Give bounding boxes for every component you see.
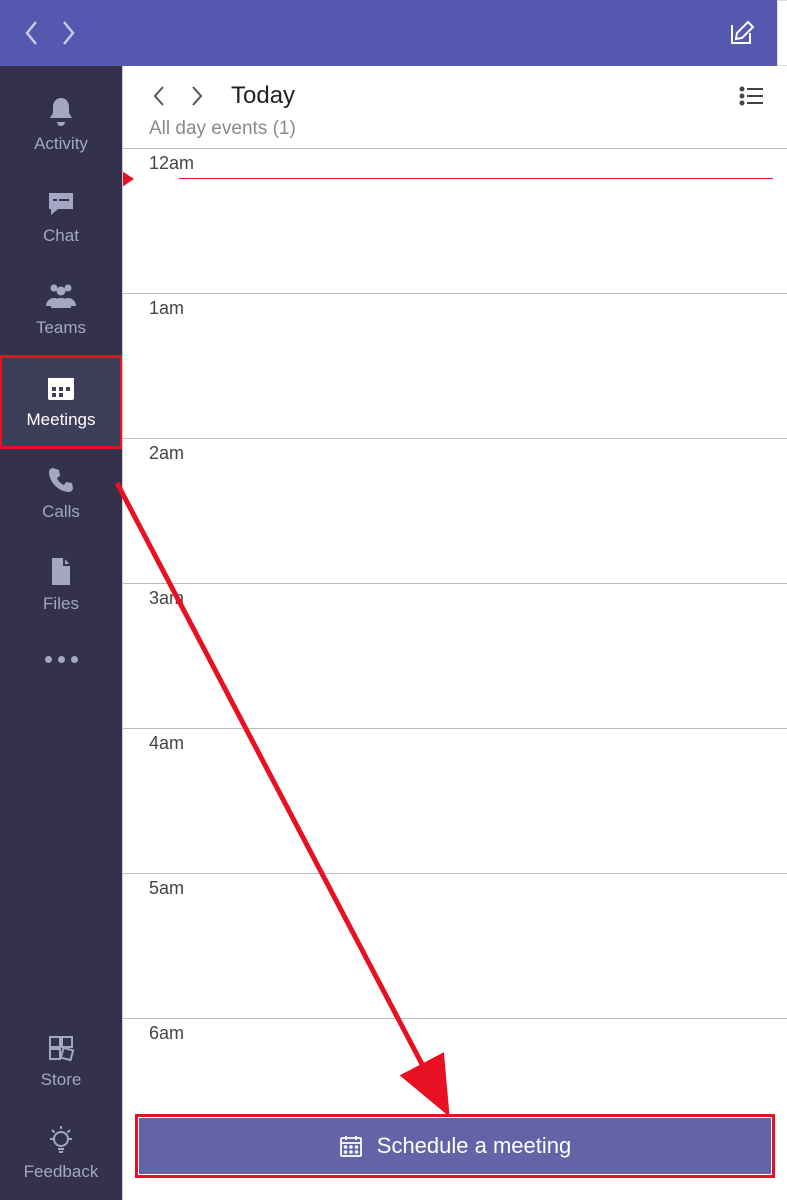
rail-item-chat[interactable]: Chat — [0, 172, 122, 264]
rail-item-teams[interactable]: Teams — [0, 264, 122, 356]
hour-slot[interactable]: 1am — [123, 293, 787, 438]
hour-label: 6am — [123, 1019, 179, 1106]
hour-slot[interactable]: 6am — [123, 1018, 787, 1106]
calendar-title: Today — [231, 82, 295, 110]
calendar-pane: Today All day events (1) 12am 1am 2am — [122, 66, 787, 1200]
hour-slot[interactable]: 12am — [123, 148, 787, 293]
rail-label: Files — [43, 594, 79, 614]
schedule-button-label: Schedule a meeting — [377, 1133, 571, 1159]
hour-area[interactable] — [179, 1019, 787, 1106]
dot-icon — [45, 656, 52, 663]
titlebar — [0, 0, 787, 66]
forward-button[interactable] — [50, 15, 86, 51]
store-icon — [47, 1030, 75, 1066]
hour-label: 1am — [123, 294, 179, 438]
window-edge — [777, 0, 787, 66]
compose-button[interactable] — [725, 16, 759, 50]
rail-label: Meetings — [27, 410, 96, 430]
rail-label: Store — [41, 1070, 82, 1090]
rail-label: Calls — [42, 502, 80, 522]
hour-slot[interactable]: 3am — [123, 583, 787, 728]
teams-icon — [44, 278, 78, 314]
hour-area[interactable] — [179, 149, 787, 293]
app-rail: Activity Chat Teams Meetings Calls — [0, 66, 122, 1200]
now-triangle-icon — [123, 171, 134, 187]
chevron-right-icon — [190, 85, 204, 107]
next-day-button[interactable] — [183, 82, 211, 110]
hour-area[interactable] — [179, 294, 787, 438]
hour-slot[interactable]: 2am — [123, 438, 787, 583]
hour-area[interactable] — [179, 439, 787, 583]
list-icon — [739, 86, 763, 106]
current-time-indicator — [123, 178, 773, 179]
hour-area[interactable] — [179, 874, 787, 1018]
hour-area[interactable] — [179, 584, 787, 728]
dot-icon — [71, 656, 78, 663]
chevron-left-icon — [24, 20, 40, 46]
rail-item-meetings[interactable]: Meetings — [0, 356, 122, 448]
rail-item-feedback[interactable]: Feedback — [0, 1108, 122, 1200]
hour-label: 4am — [123, 729, 179, 873]
rail-item-calls[interactable]: Calls — [0, 448, 122, 540]
lightbulb-icon — [47, 1122, 75, 1158]
hour-label: 5am — [123, 874, 179, 1018]
prev-day-button[interactable] — [145, 82, 173, 110]
rail-label: Feedback — [24, 1162, 99, 1182]
list-view-button[interactable] — [737, 82, 765, 110]
rail-more-button[interactable] — [0, 632, 122, 687]
phone-icon — [47, 462, 75, 498]
dot-icon — [58, 656, 65, 663]
now-line — [179, 178, 773, 179]
hour-area[interactable] — [179, 729, 787, 873]
bell-icon — [46, 94, 76, 130]
hour-label: 2am — [123, 439, 179, 583]
chevron-right-icon — [60, 20, 76, 46]
rail-label: Activity — [34, 134, 88, 154]
rail-item-activity[interactable]: Activity — [0, 80, 122, 172]
calendar-header-row: Today — [145, 82, 765, 110]
calendar-plus-icon — [339, 1134, 363, 1158]
calendar-header: Today All day events (1) — [123, 66, 787, 148]
compose-icon — [728, 19, 756, 47]
hour-label: 3am — [123, 584, 179, 728]
hour-slot[interactable]: 4am — [123, 728, 787, 873]
hour-slot[interactable]: 5am — [123, 873, 787, 1018]
app-body: Activity Chat Teams Meetings Calls — [0, 66, 787, 1200]
rail-item-files[interactable]: Files — [0, 540, 122, 632]
file-icon — [49, 554, 73, 590]
calendar-body[interactable]: 12am 1am 2am 3am 4am 5am — [123, 148, 787, 1106]
all-day-events-label[interactable]: All day events (1) — [145, 118, 765, 140]
rail-label: Teams — [36, 318, 86, 338]
back-button[interactable] — [14, 15, 50, 51]
rail-label: Chat — [43, 226, 79, 246]
rail-item-store[interactable]: Store — [0, 1016, 122, 1108]
calendar-icon — [46, 370, 76, 406]
chevron-left-icon — [152, 85, 166, 107]
chat-icon — [46, 186, 76, 222]
rail-spacer — [0, 687, 122, 1016]
schedule-meeting-button[interactable]: Schedule a meeting — [139, 1118, 771, 1174]
